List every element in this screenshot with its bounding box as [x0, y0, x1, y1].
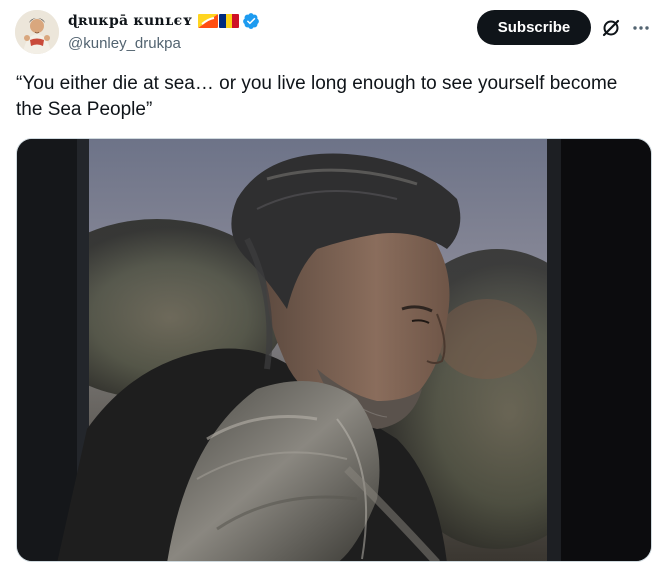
avatar-image: [15, 10, 59, 54]
author-display-name[interactable]: ɖʀuκpā κunʟєʏ: [68, 13, 193, 29]
tweet: ɖʀuκpā κunʟєʏ @kunley_drukpa Subscribe “…: [0, 0, 667, 571]
romania-flag-icon: [218, 14, 239, 28]
grok-icon[interactable]: [601, 18, 621, 38]
author-handle[interactable]: @kunley_drukpa: [68, 35, 181, 52]
flags: [197, 14, 239, 28]
more-icon[interactable]: [631, 18, 651, 38]
author-name-row: ɖʀuκpā κunʟєʏ: [68, 11, 260, 31]
tweet-text: “You either die at sea… or you live long…: [16, 73, 618, 120]
verified-badge-icon[interactable]: [242, 12, 260, 30]
media-image: [17, 139, 651, 561]
bhutan-flag-icon: [197, 14, 218, 28]
avatar[interactable]: [15, 10, 59, 54]
subscribe-button[interactable]: Subscribe: [477, 10, 591, 45]
tweet-media-image[interactable]: [16, 138, 652, 562]
